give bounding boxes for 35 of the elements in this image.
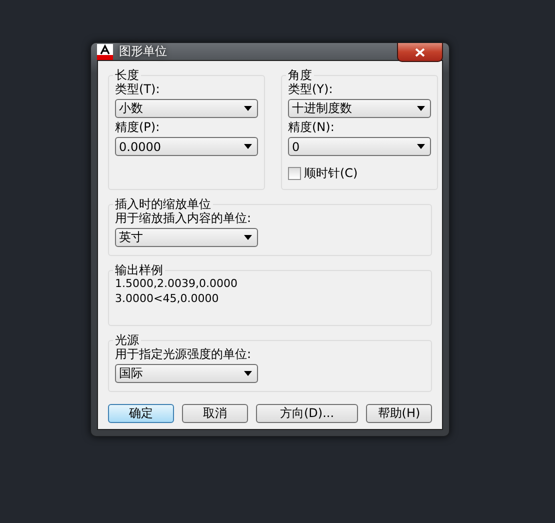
checkbox[interactable]	[288, 167, 301, 180]
close-button[interactable]	[397, 43, 443, 62]
checkbox-label: 顺时针(C)	[304, 166, 358, 181]
dropdown-arrow-icon	[244, 144, 252, 149]
units-dropdown[interactable]: 国际	[115, 364, 258, 383]
field-label: 用于指定光源强度的单位:	[115, 347, 252, 362]
dialog-button[interactable]: 取消	[182, 404, 248, 423]
sample-text: 3.0000<45,0.0000	[115, 292, 220, 305]
units-dropdown[interactable]: 英寸	[115, 228, 258, 247]
field-label: 类型(T):	[115, 82, 161, 97]
group-title: 角度	[287, 69, 313, 82]
field-label: 类型(Y):	[288, 82, 334, 97]
field-label: 精度(P):	[115, 120, 161, 135]
dropdown-arrow-icon	[244, 106, 252, 111]
dialog-button[interactable]: 方向(D)...	[256, 404, 358, 423]
dialog-button[interactable]: 帮助(H)	[366, 404, 432, 423]
group-title: 长度	[114, 69, 140, 82]
group-title: 插入时的缩放单位	[114, 198, 212, 211]
group-title: 光源	[114, 334, 140, 347]
dropdown-arrow-icon	[244, 371, 252, 376]
dropdown-arrow-icon	[244, 235, 252, 240]
group-title: 输出样例	[114, 264, 164, 277]
dropdown-arrow-icon	[417, 144, 425, 149]
type-dropdown[interactable]: 小数	[115, 99, 258, 118]
window-title: 图形单位	[119, 43, 167, 60]
app-logo-icon	[97, 44, 113, 60]
sample-text: 1.5000,2.0039,0.0000	[115, 277, 238, 290]
field-label: 用于缩放插入内容的单位:	[115, 211, 252, 226]
dropdown-arrow-icon	[417, 106, 425, 111]
precision-dropdown[interactable]: 0	[288, 137, 431, 156]
dialog-button[interactable]: 确定	[108, 404, 174, 423]
type-dropdown[interactable]: 十进制度数	[288, 99, 431, 118]
close-icon	[415, 48, 425, 56]
field-label: 精度(N):	[288, 120, 336, 135]
precision-dropdown[interactable]: 0.0000	[115, 137, 258, 156]
